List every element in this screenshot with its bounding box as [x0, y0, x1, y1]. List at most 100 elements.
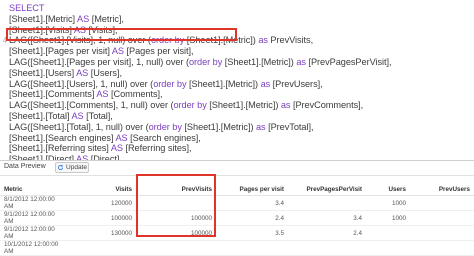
sql-text: [Comments],: [108, 89, 163, 100]
table-cell: [366, 225, 410, 241]
table-cell: [288, 240, 366, 256]
sql-keyword: AS: [115, 132, 128, 143]
sql-keyword: AS: [76, 67, 89, 78]
data-preview-toolbar: Data Preview Update: [0, 161, 474, 176]
code-line[interactable]: [Sheet1].[Metric] AS [Metric],: [0, 14, 124, 25]
table-cell: 3.5: [216, 225, 288, 241]
preview-table: Metric Visits PrevVisits Pages per visit Pre…: [0, 183, 474, 256]
table-cell: [410, 225, 474, 241]
code-line[interactable]: LAG([Sheet1].[Total], 1, null) over (ord…: [0, 121, 314, 133]
update-button[interactable]: Update: [55, 162, 89, 173]
sql-text: [Total],: [83, 111, 113, 121]
column-header[interactable]: PrevPagesPerVisit: [288, 183, 366, 196]
code-line[interactable]: [Sheet1].[Referring sites] AS [Referring…: [0, 143, 192, 154]
sql-keyword: AS: [111, 46, 124, 57]
sql-keyword: order by: [188, 57, 223, 67]
table-cell: 1000: [366, 195, 410, 211]
table-cell: [410, 210, 474, 226]
table-cell: 100000: [64, 210, 136, 226]
table-row: 10/1/2012 12:00:00 AM: [0, 240, 474, 256]
lag-visits-highlight: [6, 28, 237, 41]
column-header[interactable]: Users: [366, 183, 410, 196]
sql-text: [Sheet1].[Comments]: [9, 89, 97, 100]
table-cell: 9/1/2012 12:00:00 AM: [0, 225, 64, 241]
table-cell: [410, 240, 474, 256]
refresh-icon: [57, 164, 64, 171]
table-cell: 9/1/2012 12:00:00 AM: [0, 210, 64, 226]
sql-keyword: AS: [77, 13, 90, 24]
sql-keyword: AS: [110, 143, 123, 154]
table-cell: [366, 240, 410, 256]
sql-keyword: as: [296, 57, 306, 67]
sql-text: [Sheet1].[Metric]): [206, 100, 281, 111]
table-row: 9/1/2012 12:00:00 AM 100000 100000 2.4 3.4 10…: [0, 210, 474, 226]
sql-keyword: order by: [173, 100, 207, 111]
sql-text: [Sheet1].[Search engines]: [9, 132, 116, 143]
sql-keyword: order by: [148, 121, 182, 132]
sql-text: [Sheet1].[Total]: [9, 111, 72, 121]
code-line[interactable]: LAG([Sheet1].[Users], 1, null) over (ord…: [0, 79, 323, 90]
data-preview-title: Data Preview: [4, 163, 46, 170]
sql-text: PrevVisits,: [267, 35, 314, 46]
code-line[interactable]: SELECT: [0, 3, 45, 14]
table-row: 9/1/2012 12:00:00 AM 130000 100000 3.5 2.4: [0, 225, 474, 241]
sql-text: [Sheet1].[Metric]): [186, 78, 261, 89]
sql-keyword: as: [258, 35, 268, 46]
update-label: Update: [66, 164, 87, 171]
table-cell: 120000: [64, 195, 136, 211]
table-cell: 2.4: [288, 225, 366, 241]
column-header[interactable]: Pages per visit: [216, 183, 288, 196]
column-header[interactable]: Visits: [64, 183, 136, 196]
code-line[interactable]: [Sheet1].[Total] AS [Total],: [0, 111, 113, 122]
sql-text: [Sheet1].[Referring sites]: [9, 143, 111, 154]
sql-text: LAG([Sheet1].[Pages per visit], 1, null)…: [9, 57, 189, 67]
sql-text: [Pages per visit],: [124, 46, 194, 57]
sql-text: [Users],: [88, 67, 122, 78]
sql-text: [PrevUsers],: [270, 78, 323, 89]
table-header-row: Metric Visits PrevVisits Pages per visit Pre…: [0, 183, 474, 196]
sql-text: [PrevPagesPerVisit],: [305, 57, 392, 67]
table-row: 8/1/2012 12:00:00 AM 120000 3.4 1000: [0, 195, 474, 211]
sql-text: [Metric],: [89, 13, 124, 24]
code-line[interactable]: [Sheet1].[Users] AS [Users],: [0, 68, 122, 79]
table-cell: 2.4: [216, 210, 288, 226]
sql-text: [PrevComments],: [290, 100, 364, 111]
table-cell: 3.4: [216, 195, 288, 211]
sql-keyword: SELECT: [9, 3, 45, 13]
sql-keyword: as: [260, 78, 271, 89]
table-cell: [64, 240, 136, 256]
sql-text: [Sheet1].[Metric]: [9, 13, 78, 24]
table-cell: 3.4: [288, 210, 366, 226]
sql-keyword: as: [255, 121, 266, 132]
code-line[interactable]: [Sheet1].[Pages per visit] AS [Pages per…: [0, 46, 194, 57]
table-cell: 8/1/2012 12:00:00 AM: [0, 195, 64, 211]
column-header[interactable]: PrevUsers: [410, 183, 474, 196]
table-cell: [410, 195, 474, 211]
sql-text: [Sheet1].[Users]: [9, 67, 77, 78]
code-line[interactable]: [Sheet1].[Search engines] AS [Search eng…: [0, 133, 201, 144]
sql-keyword: AS: [96, 89, 109, 100]
sql-text: [Sheet1].[Pages per visit]: [9, 46, 112, 57]
sql-text: [PrevTotal],: [265, 121, 314, 132]
table-cell: [136, 240, 216, 256]
prevvisits-highlight: [136, 174, 216, 237]
sql-editor[interactable]: SELECT [Sheet1].[Metric] AS [Metric], [She…: [0, 0, 474, 160]
code-line[interactable]: LAG([Sheet1].[Comments], 1, null) over (…: [0, 100, 363, 111]
sql-keyword: AS: [71, 111, 84, 121]
table-cell: 10/1/2012 12:00:00 AM: [0, 240, 64, 256]
code-line[interactable]: [Sheet1].[Comments] AS [Comments],: [0, 89, 163, 100]
sql-keyword: as: [280, 100, 291, 111]
sql-text: [Search engines],: [127, 132, 201, 143]
table-cell: [288, 195, 366, 211]
table-cell: [216, 240, 288, 256]
sql-text: LAG([Sheet1].[Users], 1, null) over (: [9, 78, 154, 89]
sql-keyword: order by: [153, 78, 187, 89]
column-header[interactable]: Metric: [0, 183, 64, 196]
sql-text: LAG([Sheet1].[Comments], 1, null) over (: [9, 100, 174, 111]
sql-text: [Referring sites],: [122, 143, 192, 154]
sql-text: [Sheet1].[Metric]): [181, 121, 256, 132]
table-cell: 130000: [64, 225, 136, 241]
code-line[interactable]: LAG([Sheet1].[Pages per visit], 1, null)…: [0, 57, 392, 68]
sql-text: [Sheet1].[Metric]): [222, 57, 297, 67]
data-preview-panel: Data Preview Update Metric Visits PrevVisi…: [0, 160, 474, 256]
